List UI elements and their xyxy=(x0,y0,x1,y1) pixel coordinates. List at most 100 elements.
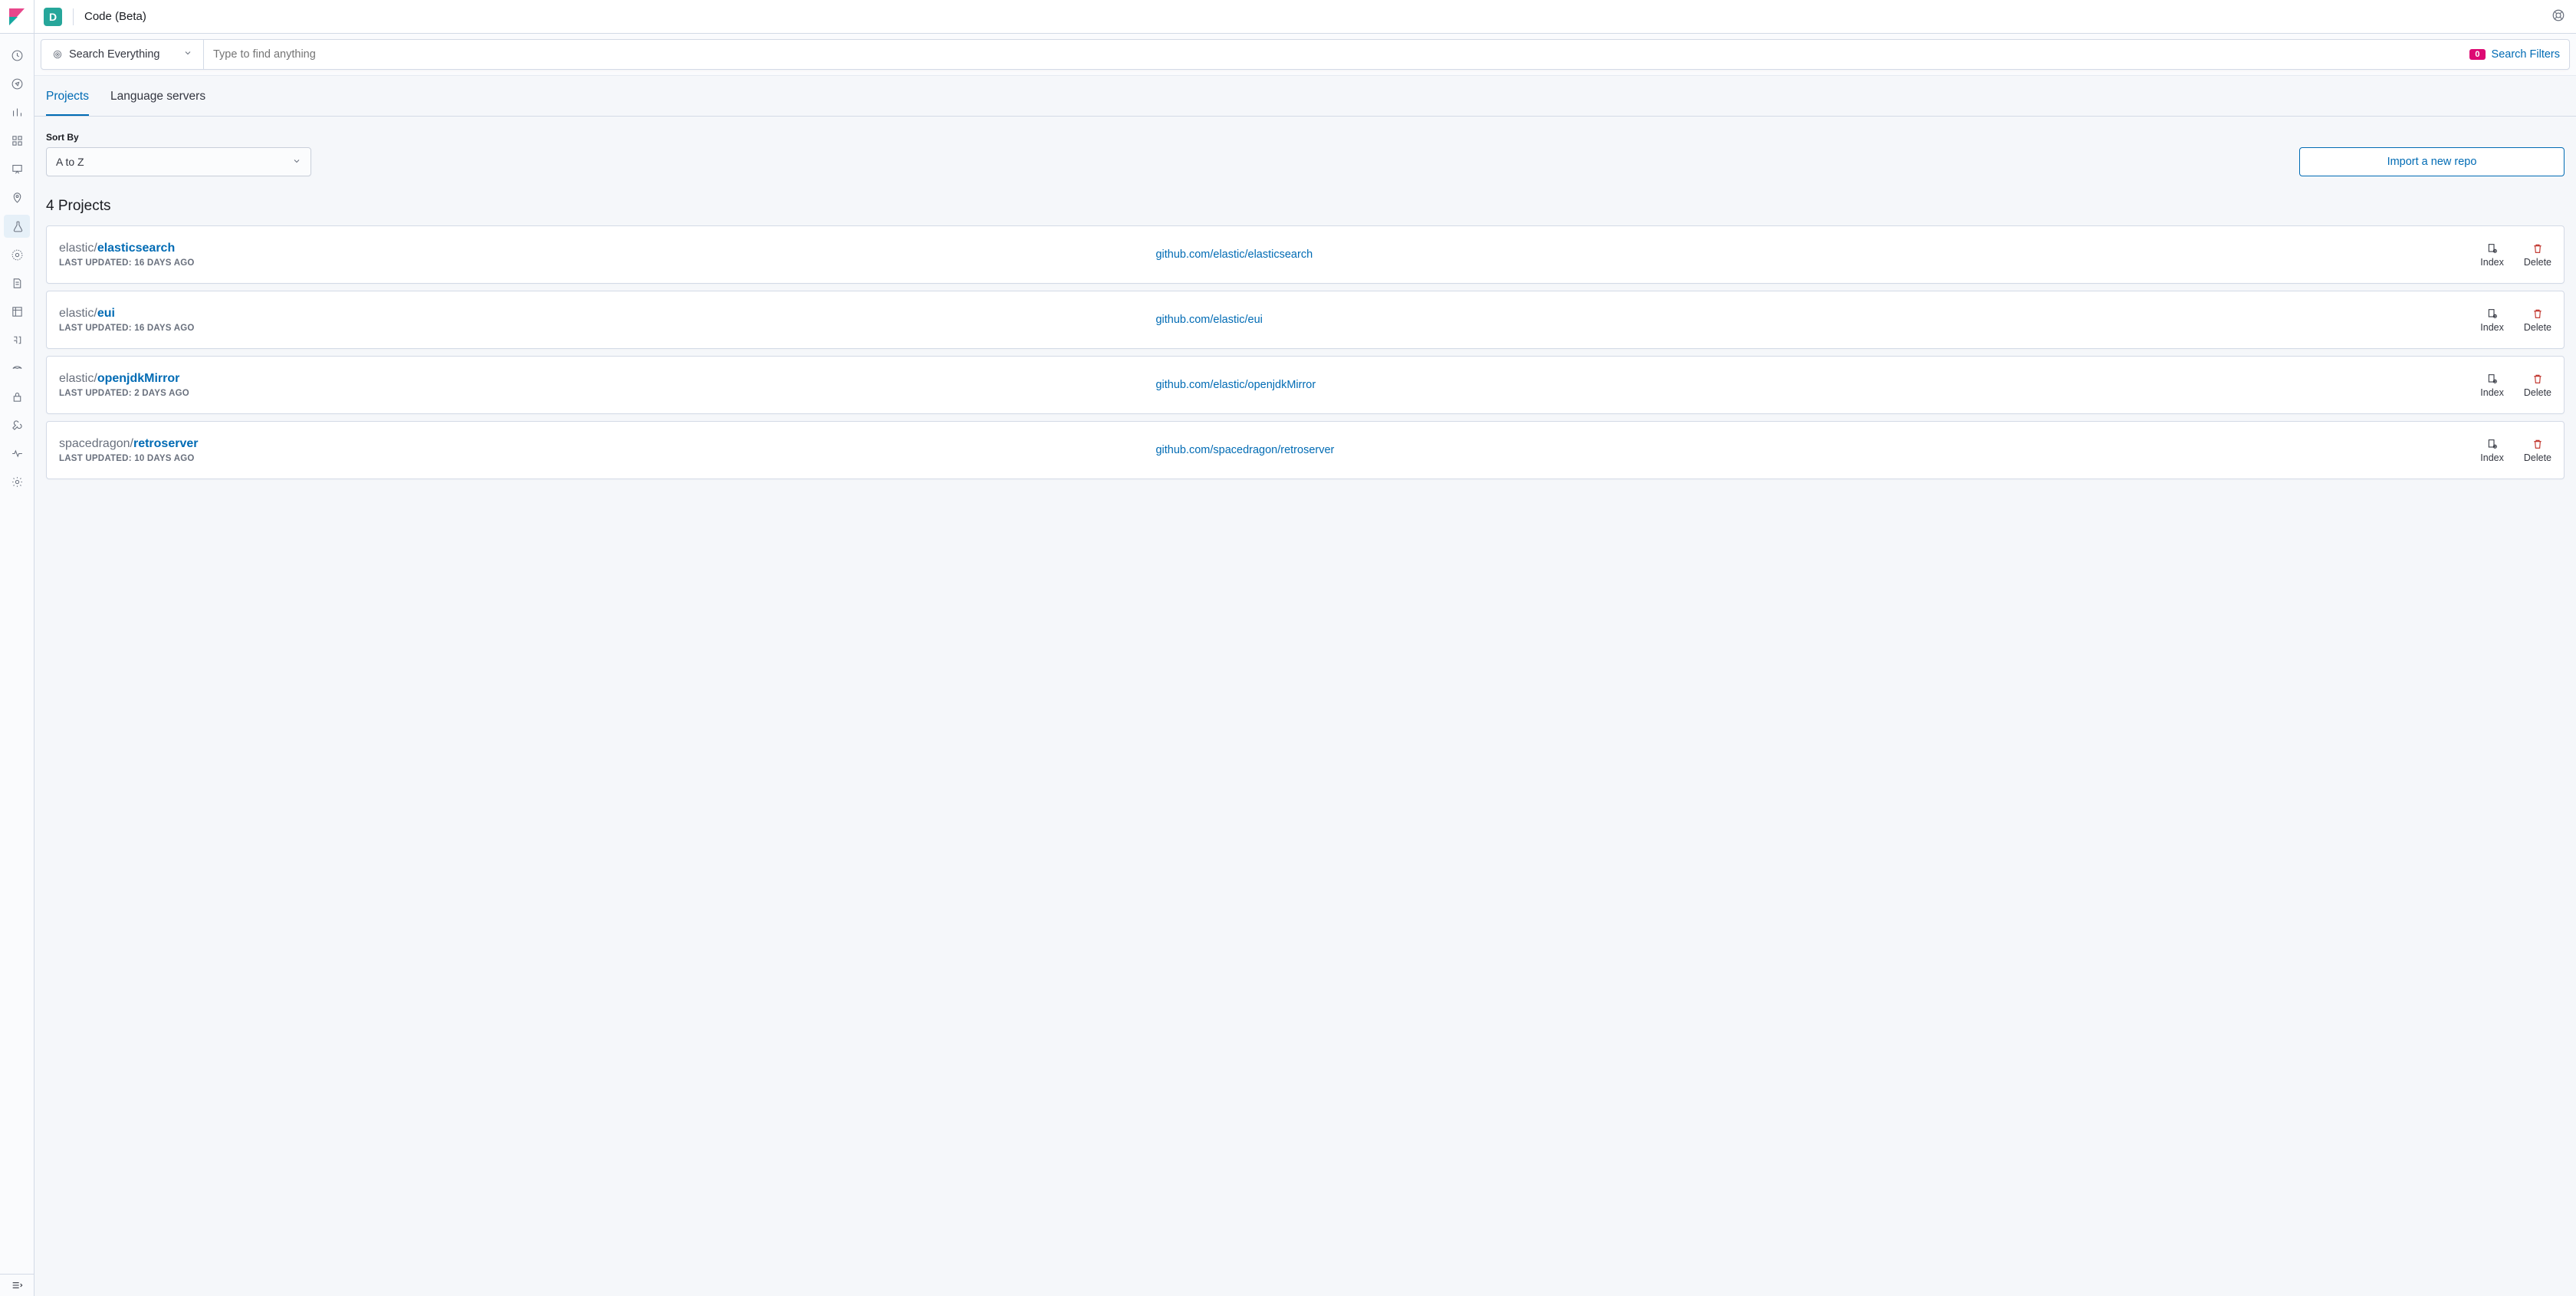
index-button[interactable]: Index xyxy=(2480,308,2504,333)
index-button[interactable]: Index xyxy=(2480,438,2504,463)
heartbeat-icon xyxy=(11,447,24,460)
index-button[interactable]: Index xyxy=(2480,373,2504,398)
delete-label: Delete xyxy=(2524,387,2551,398)
clock-icon xyxy=(11,49,24,62)
project-card: spacedragon/retroserver LAST UPDATED:10 … xyxy=(46,421,2564,479)
dashboard-icon xyxy=(11,134,24,147)
sort-label: Sort By xyxy=(46,132,311,143)
canvas-icon xyxy=(11,163,24,176)
nav-collapse[interactable] xyxy=(0,1274,34,1296)
repo-org: elastic xyxy=(59,242,94,255)
index-icon xyxy=(2486,438,2499,450)
repo-title[interactable]: spacedragon/retroserver xyxy=(59,437,1155,451)
index-label: Index xyxy=(2480,387,2504,398)
projects-toolbar: Sort By A to Z Import a new repo xyxy=(34,117,2576,176)
nav-apm[interactable] xyxy=(0,298,34,326)
divider xyxy=(73,8,74,25)
pin-icon xyxy=(11,191,24,204)
trash-icon xyxy=(2532,242,2544,255)
trash-icon xyxy=(2532,308,2544,320)
nav-siem[interactable] xyxy=(0,354,34,383)
nav-code[interactable] xyxy=(4,215,30,238)
apm-icon xyxy=(11,305,24,318)
chevron-down-icon xyxy=(183,48,192,61)
sort-value: A to Z xyxy=(56,156,84,168)
delete-button[interactable]: Delete xyxy=(2524,242,2551,268)
search-scope-selector[interactable]: Search Everything xyxy=(41,40,204,69)
repo-name: eui xyxy=(97,307,115,320)
index-label: Index xyxy=(2480,322,2504,333)
delete-label: Delete xyxy=(2524,322,2551,333)
repo-url[interactable]: github.com/elastic/openjdkMirror xyxy=(1155,379,2480,391)
index-icon xyxy=(2486,242,2499,255)
nav-discover[interactable] xyxy=(0,70,34,98)
project-card: elastic/eui LAST UPDATED:16 DAYS AGO git… xyxy=(46,291,2564,349)
repo-org: elastic xyxy=(59,307,94,320)
target-icon xyxy=(52,49,63,60)
search-filters-button[interactable]: 0 Search Filters xyxy=(2460,40,2569,69)
main-area: Search Everything 0 Search Filters Proje… xyxy=(34,34,2576,1296)
delete-button[interactable]: Delete xyxy=(2524,438,2551,463)
search-input[interactable] xyxy=(204,40,2460,69)
trash-icon xyxy=(2532,373,2544,385)
top-bar: D Code (Beta) xyxy=(0,0,2576,34)
delete-button[interactable]: Delete xyxy=(2524,373,2551,398)
delete-label: Delete xyxy=(2524,257,2551,268)
app-logo[interactable] xyxy=(0,0,34,33)
delete-button[interactable]: Delete xyxy=(2524,308,2551,333)
nav-logs[interactable] xyxy=(0,269,34,298)
index-icon xyxy=(2486,308,2499,320)
repo-url[interactable]: github.com/elastic/eui xyxy=(1155,314,2480,326)
repo-name: openjdkMirror xyxy=(97,372,180,385)
nav-management[interactable] xyxy=(0,468,34,496)
repo-org: spacedragon xyxy=(59,437,130,450)
project-card: elastic/openjdkMirror LAST UPDATED:2 DAY… xyxy=(46,356,2564,414)
filters-label: Search Filters xyxy=(2492,48,2560,61)
import-repo-button[interactable]: Import a new repo xyxy=(2299,147,2564,176)
last-updated: LAST UPDATED:2 DAYS AGO xyxy=(59,389,1155,398)
nav-maps[interactable] xyxy=(0,183,34,212)
sort-select[interactable]: A to Z xyxy=(46,147,311,176)
index-button[interactable]: Index xyxy=(2480,242,2504,268)
uptime-icon xyxy=(11,334,24,347)
lock-icon xyxy=(11,390,24,403)
nav-recent[interactable] xyxy=(0,41,34,70)
repo-org: elastic xyxy=(59,372,94,385)
help-button[interactable] xyxy=(2551,8,2565,25)
collapse-icon xyxy=(11,1279,23,1291)
nav-security[interactable] xyxy=(0,383,34,411)
repo-title[interactable]: elastic/eui xyxy=(59,307,1155,321)
last-updated: LAST UPDATED:16 DAYS AGO xyxy=(59,324,1155,333)
tabs: Projects Language servers xyxy=(34,76,2576,117)
flask-icon xyxy=(12,220,25,233)
side-nav xyxy=(0,34,34,1296)
tab-projects[interactable]: Projects xyxy=(46,76,89,116)
index-label: Index xyxy=(2480,452,2504,463)
repo-name: elasticsearch xyxy=(97,242,175,255)
nav-uptime[interactable] xyxy=(0,326,34,354)
infra-icon xyxy=(11,248,24,262)
repo-title[interactable]: elastic/elasticsearch xyxy=(59,242,1155,255)
search-bar: Search Everything 0 Search Filters xyxy=(41,39,2570,70)
index-label: Index xyxy=(2480,257,2504,268)
breadcrumb: Code (Beta) xyxy=(84,10,146,23)
trash-icon xyxy=(2532,438,2544,450)
tab-language-servers[interactable]: Language servers xyxy=(110,76,205,116)
kibana-logo-icon xyxy=(9,8,25,25)
repo-url[interactable]: github.com/elastic/elasticsearch xyxy=(1155,248,2480,261)
nav-dev-tools[interactable] xyxy=(0,411,34,439)
projects-count: 4 Projects xyxy=(34,176,2576,225)
projects-list: elastic/elasticsearch LAST UPDATED:16 DA… xyxy=(34,225,2576,479)
help-icon xyxy=(2551,8,2565,22)
content-panel: Projects Language servers Sort By A to Z… xyxy=(34,75,2576,1296)
space-selector[interactable]: D xyxy=(44,8,62,26)
chevron-down-icon xyxy=(292,156,301,168)
nav-infra[interactable] xyxy=(0,241,34,269)
nav-canvas[interactable] xyxy=(0,155,34,183)
nav-visualize[interactable] xyxy=(0,98,34,127)
repo-url[interactable]: github.com/spacedragon/retroserver xyxy=(1155,444,2480,456)
nav-dashboard[interactable] xyxy=(0,127,34,155)
repo-title[interactable]: elastic/openjdkMirror xyxy=(59,372,1155,386)
project-card: elastic/elasticsearch LAST UPDATED:16 DA… xyxy=(46,225,2564,284)
nav-monitoring[interactable] xyxy=(0,439,34,468)
